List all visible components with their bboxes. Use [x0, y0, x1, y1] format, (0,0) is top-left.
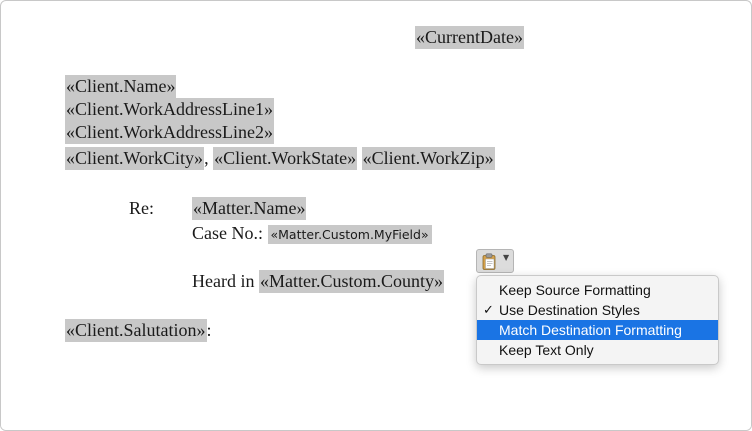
city-field[interactable]: «Client.WorkCity» [65, 147, 205, 170]
checkmark-icon: ✓ [483, 302, 494, 317]
menu-item-label: Use Destination Styles [499, 302, 640, 318]
current-date-field[interactable]: «CurrentDate» [415, 26, 524, 49]
address-line1-field[interactable]: «Client.WorkAddressLine1» [65, 98, 275, 121]
paste-options-button[interactable]: ▼ [476, 249, 514, 273]
chevron-down-icon: ▼ [503, 253, 510, 262]
page-bottom-area [1, 373, 751, 430]
salutation-field[interactable]: «Client.Salutation» [65, 319, 207, 342]
heard-in-label: Heard in [192, 271, 259, 291]
address-line2-field[interactable]: «Client.WorkAddressLine2» [65, 121, 275, 144]
menu-item-match-destination-formatting[interactable]: Match Destination Formatting [477, 320, 718, 340]
paste-options-menu: Keep Source Formatting ✓ Use Destination… [476, 275, 719, 365]
county-field[interactable]: «Matter.Custom.County» [258, 270, 444, 293]
re-label: Re: [129, 198, 154, 218]
menu-item-use-destination-styles[interactable]: ✓ Use Destination Styles [477, 300, 718, 320]
state-field[interactable]: «Client.WorkState» [213, 147, 358, 170]
custom-field[interactable]: «Matter.Custom.MyField» [267, 225, 432, 244]
case-no-label: Case No.: [192, 223, 268, 243]
menu-item-label: Match Destination Formatting [499, 322, 682, 338]
zip-field[interactable]: «Client.WorkZip» [361, 147, 495, 170]
clipboard-icon [482, 253, 496, 270]
client-name-field[interactable]: «Client.Name» [65, 75, 177, 98]
matter-name-field[interactable]: «Matter.Name» [192, 197, 307, 220]
city-separator: , [204, 148, 214, 168]
menu-item-keep-source-formatting[interactable]: Keep Source Formatting [477, 280, 718, 300]
menu-item-label: Keep Source Formatting [499, 282, 651, 298]
window-frame: «CurrentDate» «Client.Name» «Client.Work… [0, 0, 752, 431]
menu-item-label: Keep Text Only [499, 342, 594, 358]
salutation-suffix: : [206, 320, 212, 340]
menu-item-keep-text-only[interactable]: Keep Text Only [477, 340, 718, 360]
